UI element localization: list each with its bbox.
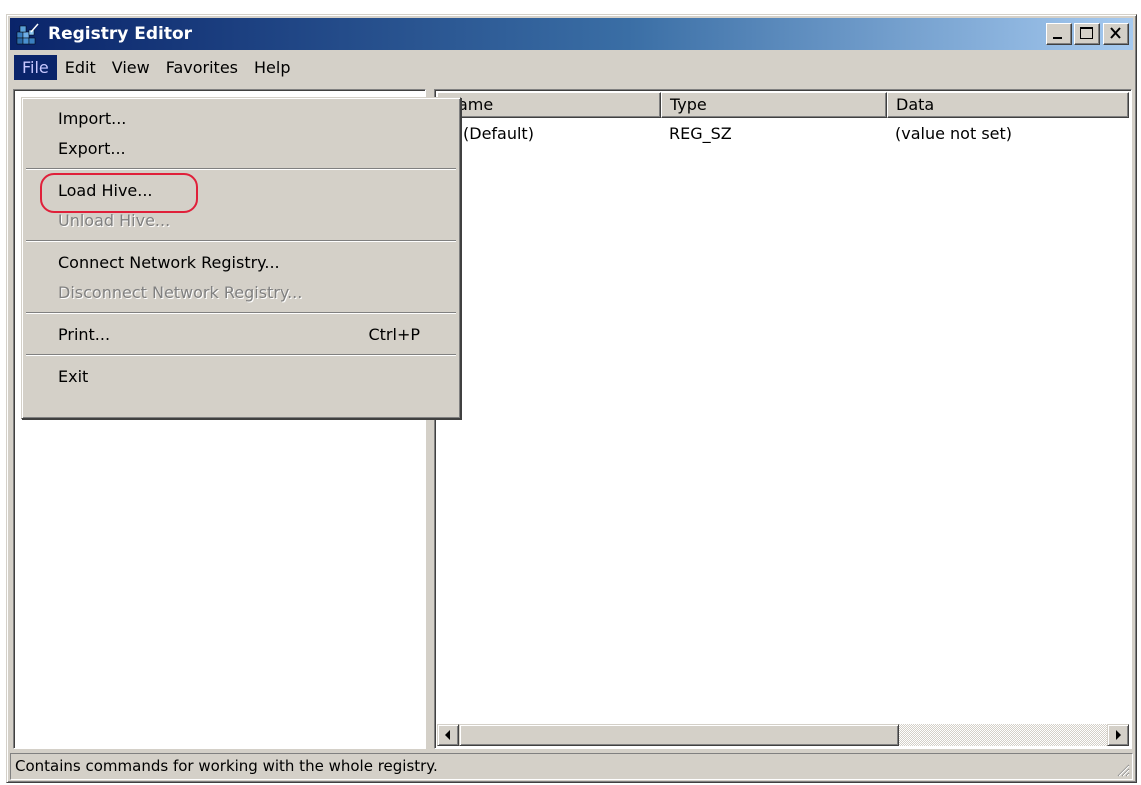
column-header-name[interactable]: Name	[437, 92, 661, 118]
menu-item-connect-network-registry[interactable]: Connect Network Registry...	[22, 247, 460, 277]
menu-item-import-label: Import...	[58, 108, 127, 128]
resize-grip-icon[interactable]	[1116, 763, 1130, 777]
list-header: Name Type Data	[437, 92, 1129, 118]
minimize-icon	[1053, 37, 1062, 39]
minimize-button[interactable]	[1046, 23, 1072, 45]
value-name: (Default)	[463, 123, 534, 143]
arrow-left-icon	[445, 730, 450, 740]
menu-edit[interactable]: Edit	[57, 55, 104, 80]
menu-item-print[interactable]: Print... Ctrl+P	[22, 319, 460, 349]
menu-separator	[26, 240, 456, 242]
horizontal-scrollbar[interactable]	[437, 724, 1129, 746]
menu-separator	[26, 168, 456, 170]
scroll-left-button[interactable]	[437, 724, 459, 746]
value-type-cell: REG_SZ	[669, 123, 732, 143]
column-header-data[interactable]: Data	[887, 92, 1129, 118]
menu-separator	[26, 354, 456, 356]
menu-separator	[26, 312, 456, 314]
menu-item-export[interactable]: Export...	[22, 133, 460, 163]
menu-item-import[interactable]: Import...	[22, 103, 460, 133]
close-button[interactable]	[1103, 23, 1129, 45]
title-bar[interactable]: Registry Editor	[10, 18, 1133, 50]
values-list-pane[interactable]: Name Type Data ab (Default) REG_SZ (valu…	[434, 89, 1132, 749]
status-text: Contains commands for working with the w…	[15, 757, 438, 775]
menu-help[interactable]: Help	[246, 55, 298, 80]
close-icon	[1110, 27, 1121, 39]
menu-view[interactable]: View	[104, 55, 158, 80]
menu-item-export-label: Export...	[58, 138, 126, 158]
value-name-cell: ab (Default)	[437, 123, 661, 143]
menu-favorites[interactable]: Favorites	[158, 55, 246, 80]
column-header-type[interactable]: Type	[661, 92, 887, 118]
maximize-button[interactable]	[1074, 23, 1100, 45]
value-data-cell: (value not set)	[895, 123, 1013, 143]
scroll-right-button[interactable]	[1107, 724, 1129, 746]
menu-item-unload-hive-label: Unload Hive...	[58, 210, 171, 230]
load-hive-highlight-annotation	[40, 173, 198, 213]
file-menu-dropdown: Import... Export... Load Hive... Unload …	[21, 97, 461, 419]
registry-editor-app-icon	[16, 23, 39, 45]
menu-item-print-shortcut: Ctrl+P	[368, 324, 420, 344]
maximize-icon	[1080, 27, 1093, 39]
title-buttons	[1044, 23, 1129, 45]
window-title: Registry Editor	[48, 24, 193, 44]
menu-item-disconnect-network-registry: Disconnect Network Registry...	[22, 277, 460, 307]
menu-item-disconnect-label: Disconnect Network Registry...	[58, 282, 303, 302]
menu-item-connect-label: Connect Network Registry...	[58, 252, 280, 272]
table-row[interactable]: ab (Default) REG_SZ (value not set)	[437, 120, 1129, 146]
menu-item-exit[interactable]: Exit	[22, 361, 460, 391]
arrow-right-icon	[1116, 730, 1121, 740]
scroll-thumb[interactable]	[459, 724, 899, 746]
scroll-track[interactable]	[459, 724, 1107, 746]
menu-file[interactable]: File	[14, 54, 57, 80]
registry-editor-window: Registry Editor File Edit View Favorites…	[6, 14, 1137, 783]
menu-item-print-label: Print...	[58, 324, 111, 344]
menu-bar: File Edit View Favorites Help	[10, 52, 1133, 82]
status-bar: Contains commands for working with the w…	[10, 753, 1133, 780]
menu-item-exit-label: Exit	[58, 366, 89, 386]
